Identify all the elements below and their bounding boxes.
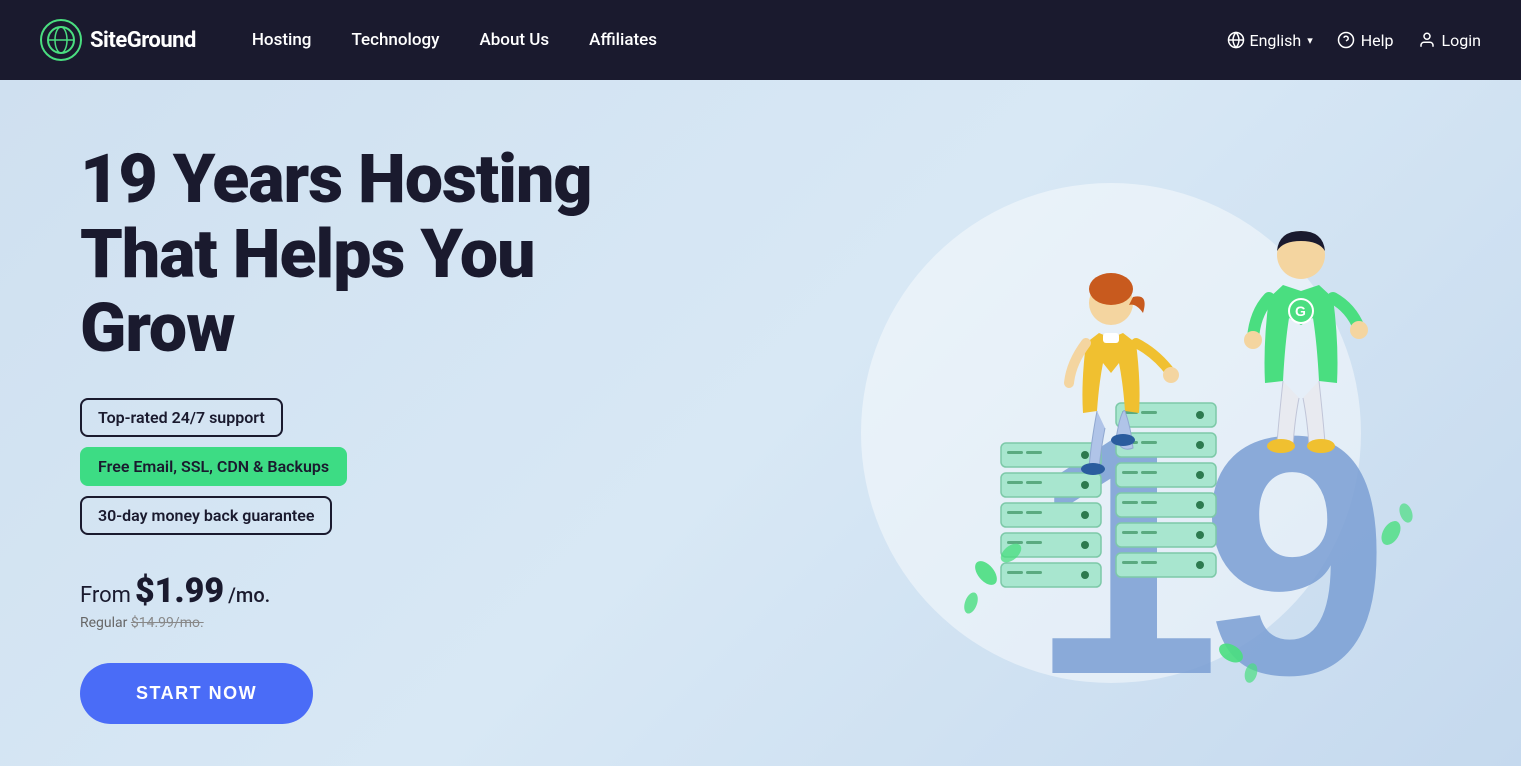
- translate-icon: [1227, 31, 1245, 49]
- nav-technology[interactable]: Technology: [335, 22, 455, 58]
- price-regular-label: Regular: [80, 615, 127, 631]
- hero-content: 19 Years Hosting That Helps You Grow Top…: [80, 142, 680, 724]
- help-link[interactable]: Help: [1337, 31, 1394, 50]
- help-icon: [1337, 31, 1355, 49]
- price-display: From $1.99 /mo.: [80, 571, 680, 611]
- feature-badge-support: Top-rated 24/7 support: [80, 398, 283, 437]
- user-icon: [1418, 31, 1436, 49]
- brand-name: SiteGround: [90, 28, 196, 53]
- hero-features: Top-rated 24/7 support Free Email, SSL, …: [80, 398, 680, 535]
- hero-section: 19 Years Hosting That Helps You Grow Top…: [0, 80, 1521, 766]
- hero-title-line1: 19 Years Hosting: [80, 139, 592, 219]
- price-regular: Regular $14.99/mo.: [80, 615, 680, 631]
- nav-left: SiteGround Hosting Technology About Us A…: [40, 19, 673, 61]
- language-label: English: [1249, 31, 1301, 50]
- language-selector[interactable]: English ▾: [1227, 31, 1312, 50]
- hero-illustration: 19: [761, 153, 1461, 713]
- hero-title-line2: That Helps You Grow: [80, 214, 534, 369]
- feature-badge-free: Free Email, SSL, CDN & Backups: [80, 447, 347, 486]
- nav-hosting[interactable]: Hosting: [236, 22, 328, 58]
- feature-badge-guarantee: 30-day money back guarantee: [80, 496, 332, 535]
- svg-text:G: G: [1295, 303, 1306, 319]
- price-amount: $1.99: [135, 571, 224, 611]
- navbar: SiteGround Hosting Technology About Us A…: [0, 0, 1521, 80]
- price-regular-amount: $14.99/mo.: [131, 615, 204, 631]
- start-now-button[interactable]: START NOW: [80, 663, 313, 724]
- price-period: /mo.: [228, 583, 270, 607]
- nav-links: Hosting Technology About Us Affiliates: [236, 22, 673, 58]
- hero-title: 19 Years Hosting That Helps You Grow: [80, 142, 680, 366]
- nav-affiliates[interactable]: Affiliates: [573, 22, 673, 58]
- chevron-down-icon: ▾: [1307, 34, 1313, 47]
- logo[interactable]: SiteGround: [40, 19, 196, 61]
- nav-about-us[interactable]: About Us: [463, 22, 565, 58]
- nav-right: English ▾ Help Login: [1227, 31, 1481, 50]
- help-label: Help: [1361, 31, 1394, 50]
- login-label: Login: [1442, 31, 1481, 50]
- price-section: From $1.99 /mo. Regular $14.99/mo.: [80, 571, 680, 631]
- hero-svg: 19: [761, 153, 1461, 713]
- price-from-label: From: [80, 583, 131, 608]
- login-link[interactable]: Login: [1418, 31, 1481, 50]
